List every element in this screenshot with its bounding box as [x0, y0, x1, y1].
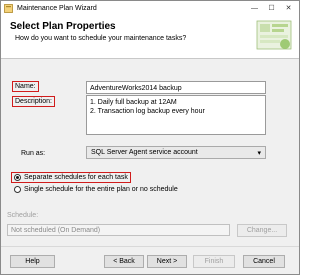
page-title: Select Plan Properties: [10, 21, 116, 32]
cancel-button[interactable]: Cancel: [243, 255, 285, 268]
run-as-label: Run as:: [21, 150, 46, 157]
radio-button-selected[interactable]: [14, 174, 21, 181]
name-input[interactable]: AdventureWorks2014 backup: [86, 81, 266, 94]
schedule-label: Schedule:: [7, 212, 39, 219]
radio-separate-label: Separate schedules for each task: [24, 174, 128, 181]
footer-divider: [1, 246, 299, 247]
description-line: 2. Transaction log backup every hour: [90, 108, 205, 115]
title-bar: Maintenance Plan Wizard — ☐ ✕: [1, 1, 299, 15]
name-label: Name:: [12, 81, 39, 92]
run-as-select[interactable]: SQL Server Agent service account ▾: [86, 146, 266, 159]
radio-separate-schedules[interactable]: Separate schedules for each task: [11, 172, 131, 183]
description-line: 1. Daily full backup at 12AM: [90, 99, 177, 106]
maximize-icon[interactable]: ☐: [263, 2, 280, 14]
window-controls: — ☐ ✕: [246, 2, 297, 14]
change-schedule-button[interactable]: Change...: [237, 224, 287, 237]
wizard-header-icon: [256, 20, 292, 50]
finish-button[interactable]: Finish: [193, 255, 235, 268]
run-as-value: SQL Server Agent service account: [91, 149, 198, 156]
help-button[interactable]: Help: [10, 255, 55, 268]
description-input[interactable]: 1. Daily full backup at 12AM 2. Transact…: [86, 95, 266, 135]
radio-single-schedule[interactable]: Single schedule for the entire plan or n…: [14, 186, 178, 193]
description-label: Description:: [12, 96, 55, 107]
close-icon[interactable]: ✕: [280, 2, 297, 14]
schedule-display: Not scheduled (On Demand): [7, 224, 230, 236]
radio-button[interactable]: [14, 186, 21, 193]
wizard-window: Maintenance Plan Wizard — ☐ ✕ Select Pla…: [0, 0, 300, 275]
wizard-header: Select Plan Properties How do you want t…: [1, 15, 299, 59]
radio-single-label: Single schedule for the entire plan or n…: [24, 186, 178, 193]
window-title: Maintenance Plan Wizard: [17, 4, 97, 12]
page-subtitle: How do you want to schedule your mainten…: [15, 35, 187, 42]
next-button[interactable]: Next >: [147, 255, 187, 268]
chevron-down-icon: ▾: [257, 149, 261, 157]
minimize-icon[interactable]: —: [246, 2, 263, 14]
back-button[interactable]: < Back: [104, 255, 144, 268]
app-icon: [4, 3, 13, 13]
